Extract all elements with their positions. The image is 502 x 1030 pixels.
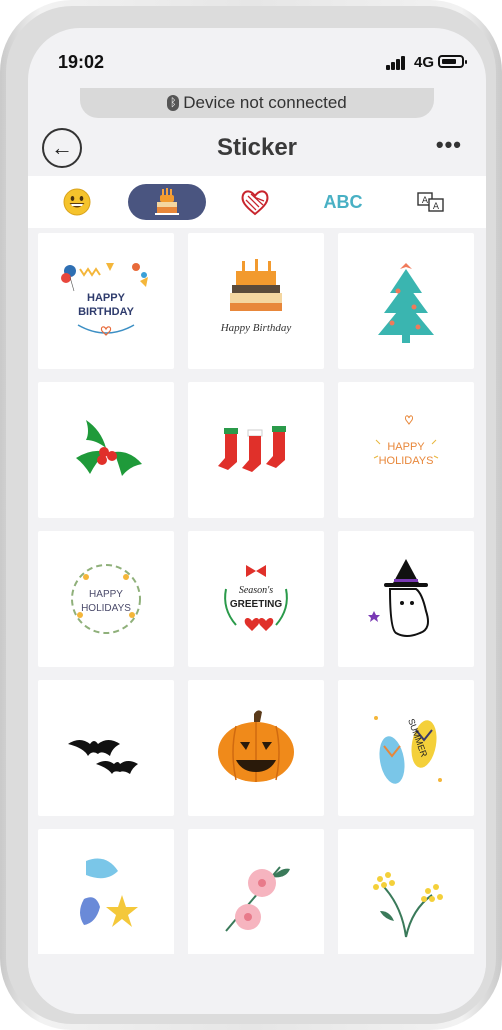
page-title: Sticker [216,134,298,161]
pink-flowers-image [225,866,290,932]
sticker-christmas-tree[interactable] [338,233,474,369]
status-bar: 19:02 4G [28,28,486,88]
status-time: 19:02 [58,52,105,72]
bluetooth-icon: ᛒ [167,95,180,111]
heart-icon [241,190,269,216]
mimosa-image [373,872,443,938]
connection-banner: ᛒ Device not connected [80,88,434,118]
sticker-holly[interactable] [38,382,174,518]
sticker-bats[interactable] [38,680,174,816]
header: ← Sticker ••• [28,124,486,176]
signal-icon [386,56,408,70]
sticker-ghost-witch[interactable] [338,531,474,667]
svg-text:A: A [422,196,429,206]
stockings-image [218,426,286,472]
sticker-text-line1: Season's [239,585,273,596]
battery-icon [438,55,467,68]
birthday-balloons-image: HAPPY BIRTHDAY [61,263,148,336]
sticker-text-line2: HOLIDAYS [379,455,434,467]
phone-bezel: 19:02 4G ᛒ Device not connected ← Sticke… [6,6,496,1024]
screen: 19:02 4G ᛒ Device not connected ← Sticke… [28,28,486,1014]
svg-text:A: A [433,202,440,212]
holly-image [76,420,142,476]
seashells-image [80,858,138,927]
tab-birthday[interactable] [128,184,206,220]
bottom-spacer [28,954,486,1014]
tab-emoji[interactable] [38,184,116,220]
phone-frame: 19:02 4G ᛒ Device not connected ← Sticke… [0,0,502,1030]
sticker-text-line2: BIRTHDAY [78,306,134,318]
tab-hearts[interactable] [216,184,294,220]
happy-holidays-image: HAPPY HOLIDAYS [373,415,439,467]
tab-text[interactable]: ABC [304,184,382,220]
sticker-seasons-greeting[interactable]: Season's GREETING [188,531,324,667]
christmas-tree-image [378,263,434,343]
smiley-icon [63,188,91,216]
network-type: 4G [414,54,435,71]
tab-translate[interactable]: A A [392,184,470,220]
connection-status-text: Device not connected [183,93,347,112]
pumpkin-image [218,710,294,782]
ghost-witch-image [368,559,429,637]
seasons-greeting-image: Season's GREETING [224,565,288,631]
birthday-cake-image: Happy Birthday [220,259,292,334]
sticker-category-tabs: ABC A A [28,176,486,228]
sticker-text: Happy Birthday [220,322,292,334]
sticker-pink-flowers[interactable] [188,829,324,965]
sticker-birthday-cake[interactable]: Happy Birthday [188,233,324,369]
bats-image [68,740,138,774]
sticker-christmas-stockings[interactable] [188,382,324,518]
sticker-text-line2: GREETING [230,599,282,610]
flip-flops-image: SUMMER [374,716,442,784]
translate-icon: A A [417,192,444,212]
abc-icon: ABC [323,191,363,212]
sticker-mimosa[interactable] [338,829,474,965]
sticker-happy-holidays-2[interactable]: HAPPY HOLIDAYS [38,531,174,667]
sticker-text-line1: HAPPY [87,292,126,304]
sticker-text-line1: HAPPY [89,589,123,600]
sticker-seashells[interactable] [38,829,174,965]
sticker-text-line1: HAPPY [387,441,425,453]
sticker-text-line2: HOLIDAYS [81,603,131,614]
sticker-jack-o-lantern[interactable] [188,680,324,816]
sticker-happy-holidays-1[interactable]: HAPPY HOLIDAYS [338,382,474,518]
sticker-summer-flip-flops[interactable]: SUMMER [338,680,474,816]
more-options-button[interactable]: ••• [436,132,462,158]
cake-icon [155,188,179,215]
sticker-happy-birthday-banner[interactable]: HAPPY BIRTHDAY [38,233,174,369]
happy-holidays-wreath-image: HAPPY HOLIDAYS [71,564,141,634]
